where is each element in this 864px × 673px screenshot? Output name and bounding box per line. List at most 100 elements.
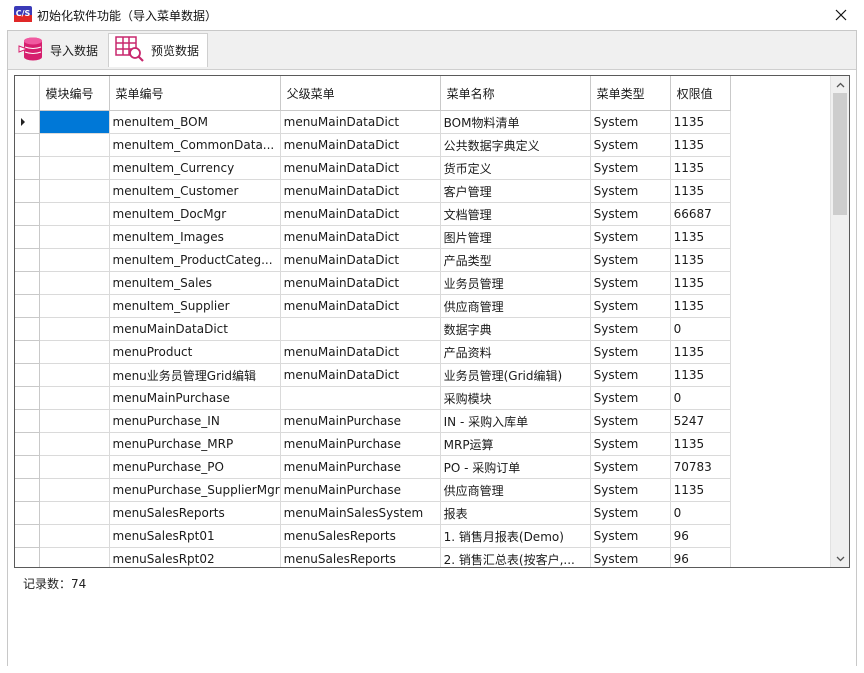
cell-module-id[interactable] [39,271,110,295]
cell-permission[interactable]: 1135 [670,271,731,295]
table-row[interactable]: menu业务员管理Grid编辑 menuMainDataDict 业务员管理(Gri… [15,363,731,387]
cell-menu-name[interactable]: BOM物料清单 [440,110,591,134]
cell-menu-type[interactable]: System [590,478,671,502]
cell-menu-id[interactable]: menuItem_Customer [109,179,281,203]
table-row[interactable]: menuItem_Currency menuMainDataDict 货币定义 Sys… [15,156,731,180]
row-header[interactable] [15,271,40,295]
table-row[interactable]: menuItem_DocMgr menuMainDataDict 文档管理 Syste… [15,202,731,226]
cell-menu-name[interactable]: 数据字典 [440,317,591,341]
cell-parent-menu[interactable]: menuMainPurchase [280,409,441,433]
cell-module-id[interactable] [39,110,110,134]
column-header-module-id[interactable]: 模块编号 [39,76,110,111]
cell-menu-name[interactable]: 产品类型 [440,248,591,272]
row-header[interactable] [15,547,40,567]
cell-menu-id[interactable]: menuItem_BOM [109,110,281,134]
cell-module-id[interactable] [39,179,110,203]
cell-module-id[interactable] [39,225,110,249]
cell-module-id[interactable] [39,156,110,180]
cell-menu-type[interactable]: System [590,409,671,433]
cell-module-id[interactable] [39,294,110,318]
cell-parent-menu[interactable]: menuMainDataDict [280,294,441,318]
cell-menu-name[interactable]: 客户管理 [440,179,591,203]
cell-module-id[interactable] [39,202,110,226]
cell-module-id[interactable] [39,386,110,410]
row-header[interactable] [15,248,40,272]
cell-permission[interactable]: 1135 [670,432,731,456]
table-row[interactable]: menuPurchase_IN menuMainPurchase IN - 采购入库… [15,409,731,433]
cell-parent-menu[interactable]: menuSalesReports [280,547,441,567]
cell-menu-type[interactable]: System [590,179,671,203]
cell-menu-type[interactable]: System [590,294,671,318]
data-grid[interactable]: 模块编号 菜单编号 父级菜单 菜单名称 菜单类型 权限值 menuItem_BO… [14,75,850,568]
cell-menu-name[interactable]: 图片管理 [440,225,591,249]
cell-menu-name[interactable]: 1. 销售月报表(Demo) [440,524,591,548]
row-header[interactable] [15,363,40,387]
cell-module-id[interactable] [39,317,110,341]
row-header[interactable] [15,478,40,502]
cell-module-id[interactable] [39,363,110,387]
cell-module-id[interactable] [39,133,110,157]
cell-menu-name[interactable]: PO - 采购订单 [440,455,591,479]
cell-menu-name[interactable]: 产品资料 [440,340,591,364]
row-header[interactable] [15,409,40,433]
cell-menu-name[interactable]: 货币定义 [440,156,591,180]
cell-menu-name[interactable]: 供应商管理 [440,478,591,502]
cell-permission[interactable]: 1135 [670,110,731,134]
row-header[interactable] [15,340,40,364]
cell-module-id[interactable] [39,524,110,548]
cell-menu-id[interactable]: menuSalesRpt02 [109,547,281,567]
row-header[interactable] [15,386,40,410]
cell-menu-id[interactable]: menu业务员管理Grid编辑 [109,363,281,387]
table-row[interactable]: menuItem_Customer menuMainDataDict 客户管理 Sys… [15,179,731,203]
cell-parent-menu[interactable]: menuMainDataDict [280,110,441,134]
table-row[interactable]: menuItem_BOM menuMainDataDict BOM物料清单 Syste… [15,110,731,134]
row-header[interactable] [15,133,40,157]
cell-parent-menu[interactable]: menuMainDataDict [280,133,441,157]
table-row[interactable]: menuSalesRpt01 menuSalesReports 1. 销售月报表(D… [15,524,731,548]
cell-permission[interactable]: 5247 [670,409,731,433]
cell-menu-type[interactable]: System [590,225,671,249]
cell-permission[interactable]: 66687 [670,202,731,226]
cell-menu-type[interactable]: System [590,363,671,387]
cell-menu-type[interactable]: System [590,340,671,364]
cell-menu-id[interactable]: menuProduct [109,340,281,364]
cell-menu-type[interactable]: System [590,432,671,456]
table-row[interactable]: menuSalesRpt02 menuSalesReports 2. 销售汇总表(按… [15,547,731,567]
row-header[interactable] [15,202,40,226]
cell-menu-type[interactable]: System [590,156,671,180]
row-header[interactable] [15,524,40,548]
table-row[interactable]: menuProduct menuMainDataDict 产品资料 System 113… [15,340,731,364]
cell-menu-id[interactable]: menuItem_Currency [109,156,281,180]
tab-import-data[interactable]: 导入数据 [12,33,108,67]
cell-menu-id[interactable]: menuSalesRpt01 [109,524,281,548]
cell-parent-menu[interactable]: menuMainDataDict [280,363,441,387]
cell-menu-id[interactable]: menuMainDataDict [109,317,281,341]
cell-parent-menu[interactable]: menuMainDataDict [280,225,441,249]
cell-permission[interactable]: 0 [670,317,731,341]
cell-permission[interactable]: 1135 [670,133,731,157]
cell-permission[interactable]: 96 [670,524,731,548]
table-row[interactable]: menuMainPurchase 采购模块 System 0 [15,386,731,410]
table-row[interactable]: menuPurchase_PO menuMainPurchase PO - 采购订单… [15,455,731,479]
cell-menu-type[interactable]: System [590,455,671,479]
cell-parent-menu[interactable]: menuMainDataDict [280,156,441,180]
cell-parent-menu[interactable]: menuMainDataDict [280,202,441,226]
cell-parent-menu[interactable] [280,317,441,341]
column-header-parent-menu[interactable]: 父级菜单 [280,76,441,111]
cell-menu-name[interactable]: 报表 [440,501,591,525]
cell-menu-id[interactable]: menuPurchase_PO [109,455,281,479]
row-header[interactable] [15,179,40,203]
cell-menu-name[interactable]: 文档管理 [440,202,591,226]
cell-menu-name[interactable]: 业务员管理 [440,271,591,295]
scroll-up-button[interactable] [831,76,849,93]
row-header[interactable] [15,225,40,249]
row-header[interactable] [15,156,40,180]
table-row[interactable]: menuSalesReports menuMainSalesSystem 报表 Sys… [15,501,731,525]
cell-parent-menu[interactable]: menuMainSalesSystem [280,501,441,525]
cell-permission[interactable]: 96 [670,547,731,567]
table-row[interactable]: menuItem_Sales menuMainDataDict 业务员管理 Syste… [15,271,731,295]
cell-menu-name[interactable]: 采购模块 [440,386,591,410]
vertical-scrollbar[interactable] [830,76,849,567]
cell-menu-name[interactable]: IN - 采购入库单 [440,409,591,433]
cell-parent-menu[interactable]: menuMainPurchase [280,455,441,479]
